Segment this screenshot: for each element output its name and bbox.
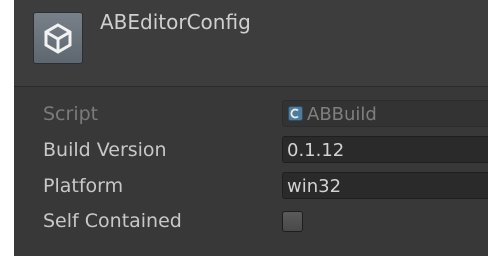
build-version-value[interactable]: 0.1.12	[287, 140, 344, 161]
self-contained-row: Self Contained	[14, 204, 488, 238]
script-label: Script	[43, 103, 99, 125]
script-value: ABBuild	[307, 104, 377, 125]
build-version-field[interactable]: 0.1.12	[282, 136, 488, 163]
component-title: ABEditorConfig	[100, 10, 251, 34]
unity-logo-icon	[33, 12, 83, 64]
csharp-script-icon	[288, 106, 303, 121]
platform-label: Platform	[43, 175, 124, 197]
platform-field[interactable]: win32	[282, 172, 488, 199]
script-field: ABBuild	[282, 100, 488, 127]
inspector-panel: ABEditorConfig Script ABBuild Build Vers…	[14, 0, 488, 256]
build-version-row: Build Version 0.1.12	[14, 133, 488, 167]
inspector-header: ABEditorConfig	[14, 0, 488, 87]
self-contained-label: Self Contained	[43, 210, 182, 232]
platform-row: Platform win32	[14, 169, 488, 203]
build-version-label: Build Version	[43, 139, 167, 161]
script-row: Script ABBuild	[14, 97, 488, 131]
self-contained-checkbox[interactable]	[282, 211, 303, 232]
platform-value[interactable]: win32	[287, 176, 341, 197]
